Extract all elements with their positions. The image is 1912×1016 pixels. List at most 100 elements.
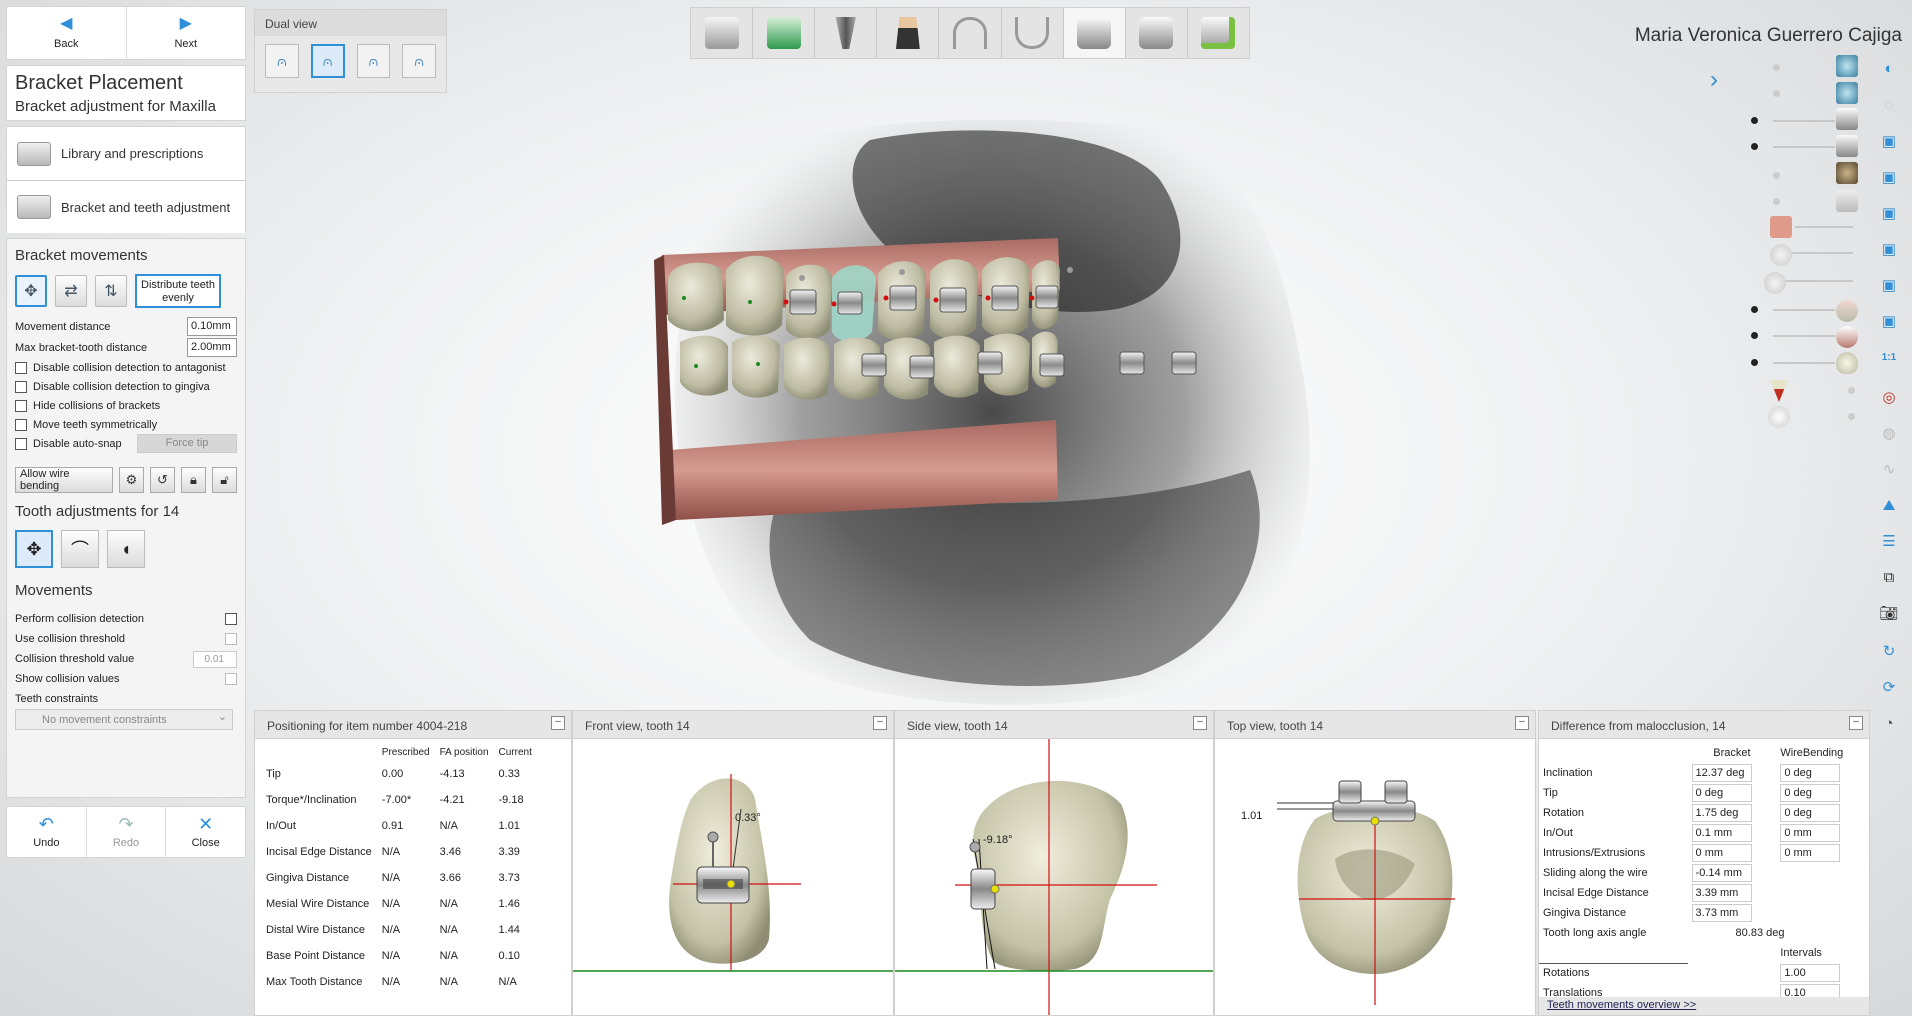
gingiva-slider[interactable] [1795,226,1853,228]
expand-chevron-icon[interactable]: › [1710,66,1718,94]
wf-bracket-icon[interactable] [1063,8,1126,58]
wf-tooth-icon[interactable] [877,8,940,58]
next-button[interactable]: ▶ Next [125,7,246,59]
minimize-button[interactable]: – [1193,716,1207,730]
teeth-movements-overview-link[interactable]: Teeth movements overview >> [1547,999,1696,1011]
wf-axis-icon[interactable] [815,8,878,58]
back-button[interactable]: ◀ Back [7,7,126,59]
tooth-shape-icon[interactable]: ⌒ [61,530,99,568]
front-view-canvas[interactable]: 0.33° [573,739,893,1015]
bracket-value-field[interactable]: -0.14 mm [1691,864,1752,882]
wf-approve-icon[interactable] [1188,8,1249,58]
tip-bracket-icon[interactable]: ⇅ [95,275,127,307]
slider-knob[interactable] [1751,359,1758,366]
rotate-bracket-icon[interactable]: ⇄ [55,275,87,307]
side-view-canvas[interactable]: -9.18° [895,739,1213,1015]
tooth-crown-icon[interactable]: ◖ [107,530,145,568]
view-back-icon[interactable]: ▣ [1876,164,1902,190]
threshold-value-stepper[interactable]: 0.01 [193,650,237,668]
brackets-upper-slider[interactable] [1773,120,1835,122]
close-button[interactable]: ✕ Close [165,807,245,857]
slider-knob[interactable] [1773,198,1780,205]
occlusion-icon[interactable] [1768,406,1790,428]
view-mandible-icon[interactable]: ⩀ [356,44,391,78]
bracket[interactable] [1035,285,1059,309]
lower-model-icon[interactable] [1836,82,1858,104]
wave-icon[interactable]: ∿ [1876,456,1902,482]
root-icon[interactable] [1770,244,1792,266]
bracket-value-field[interactable]: 0 mm [1691,844,1752,862]
slider-knob[interactable] [1773,64,1780,71]
checkbox-box[interactable] [15,399,27,412]
slider-knob[interactable] [1751,306,1758,313]
distribute-teeth-button[interactable]: Distribute teeth evenly [135,274,221,308]
slider-knob[interactable] [1751,332,1758,339]
slider-knob[interactable] [1848,387,1855,394]
checkbox-hide-collisions[interactable]: Hide collisions of brackets [15,396,237,415]
minimize-button[interactable]: – [551,716,565,730]
bracket[interactable] [977,351,1003,375]
bracket-value-field[interactable]: 0.1 mm [1691,824,1752,842]
camera-icon[interactable]: 📷︎ [1876,600,1902,626]
slider-knob[interactable] [1773,90,1780,97]
slider-knob[interactable] [1773,172,1780,179]
info-icon[interactable]: ◔ [1876,710,1902,736]
max-distance-input[interactable]: 2.00mm [187,338,237,357]
bracket[interactable] [1171,351,1197,375]
wf-arch-upper-icon[interactable] [939,8,1002,58]
gingiva-icon[interactable] [1770,216,1792,238]
teeth-icon[interactable] [1836,352,1858,374]
lower-gum-icon[interactable] [1836,326,1858,348]
bracket[interactable] [991,285,1019,311]
wire-value-field[interactable]: 0 mm [1780,824,1841,842]
tooth-visibility-icon[interactable] [1764,272,1786,294]
teeth-slider[interactable] [1773,362,1835,364]
tooth-move-icon[interactable]: ✥ [15,530,53,568]
upper-gum-slider[interactable] [1773,309,1835,311]
photo-icon[interactable] [1836,162,1858,184]
allow-wire-bending-button[interactable]: Allow wire bending [15,467,113,493]
bracket[interactable] [861,353,887,377]
bracket[interactable] [837,291,863,315]
wf-model-icon[interactable] [753,8,816,58]
brackets-lower-icon[interactable] [1836,135,1858,157]
constraints-select[interactable]: No movement constraints [15,709,233,730]
checkbox-symmetric[interactable]: Move teeth symmetrically [15,415,237,434]
view-top-icon[interactable]: ▣ [1876,272,1902,298]
bracket[interactable] [1039,353,1065,377]
move-bracket-icon[interactable]: ✥ [15,275,47,307]
bracket-value-field[interactable]: 12.37 deg [1691,764,1752,782]
bracket[interactable] [909,355,935,379]
view-both-jaws-icon[interactable]: ⩀ [265,44,299,78]
minimize-button[interactable]: – [1849,716,1863,730]
screenshot-icon[interactable]: ⧉ [1876,564,1902,590]
show-collision-checkbox[interactable] [225,673,237,685]
checkbox-box[interactable] [15,418,27,431]
bracket-value-field[interactable]: 1.75 deg [1691,804,1752,822]
checkbox-gingiva[interactable]: Disable collision detection to gingiva [15,377,237,396]
bracket[interactable] [789,289,817,315]
refresh-icon[interactable]: ⟳ [1876,674,1902,700]
movement-distance-input[interactable]: 0.10mm [187,317,237,336]
wire-tool-icon[interactable]: ⚙ [118,467,144,493]
minimize-button[interactable]: – [1515,716,1529,730]
wf-arch-lower-icon[interactable] [1002,8,1064,58]
ruler-icon[interactable]: ⛰ [1876,492,1902,518]
view-bottom-icon[interactable]: ▣ [1876,308,1902,334]
bracket-value-field[interactable]: 3.39 mm [1691,884,1752,902]
view-right-icon[interactable]: ▣ [1876,236,1902,262]
slider-knob[interactable] [1751,143,1758,150]
slider-knob[interactable] [1848,413,1855,420]
view-front-icon[interactable]: ▣ [1876,128,1902,154]
layers-icon[interactable]: ☰ [1876,528,1902,554]
redo-button[interactable]: ↷ Redo [85,807,166,857]
minimize-button[interactable]: – [873,716,887,730]
unlock-icon[interactable]: 🔓︎ [212,467,238,493]
checkbox-box[interactable] [15,361,27,374]
undo-button[interactable]: ↶ Undo [7,807,86,857]
step-bracket-adjustment[interactable]: Bracket and teeth adjustment [7,180,245,233]
lock-icon[interactable]: 🔒︎ [180,467,206,493]
view-left-icon[interactable]: ▣ [1876,200,1902,226]
wf-bracket-2-icon[interactable] [1126,8,1188,58]
wire-value-field[interactable]: 0 deg [1780,764,1841,782]
